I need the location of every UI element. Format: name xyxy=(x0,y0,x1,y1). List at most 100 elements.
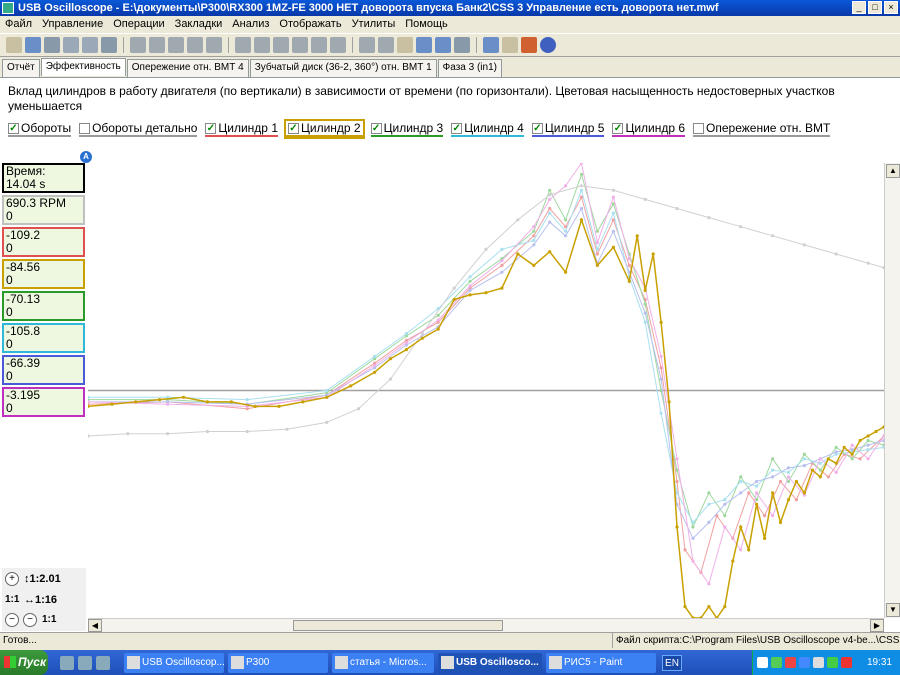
disk-icon[interactable] xyxy=(78,655,92,670)
legend-cylinder-6[interactable]: ✓ Цилиндр 6 xyxy=(612,121,686,137)
language-indicator[interactable]: EN xyxy=(662,654,682,671)
tab-phase[interactable]: Фаза 3 (in1) xyxy=(437,59,502,77)
horizontal-scrollbar[interactable]: ◀ ▶ xyxy=(88,618,884,632)
save-icon[interactable] xyxy=(25,37,41,53)
legend-cylinder-4[interactable]: ✓ Цилиндр 4 xyxy=(451,121,524,137)
measure-icon[interactable] xyxy=(168,37,184,53)
tab-advance[interactable]: Опережение отн. ВМТ 4 xyxy=(126,59,249,77)
desktop-icon[interactable] xyxy=(60,655,74,670)
checkbox-icon[interactable]: ✓ xyxy=(8,122,19,134)
data-point xyxy=(786,470,791,474)
cursor-icon[interactable] xyxy=(130,37,146,53)
scroll-left-icon[interactable]: ◀ xyxy=(88,619,102,632)
legend-cylinder-1[interactable]: ✓ Цилиндр 1 xyxy=(205,121,278,137)
checkbox-icon[interactable]: ✓ xyxy=(288,122,299,134)
legend-rpm-detailed[interactable]: Обороты детально xyxy=(79,121,198,137)
grid-icon[interactable] xyxy=(359,37,375,53)
marker-a-icon[interactable]: A xyxy=(80,151,92,163)
tool-icon[interactable] xyxy=(101,37,117,53)
marker-icon[interactable] xyxy=(149,37,165,53)
wave-icon[interactable] xyxy=(187,37,203,53)
legend-advance[interactable]: Опережение отн. ВМТ xyxy=(693,121,831,137)
zoom-out-icon[interactable]: − xyxy=(5,613,19,627)
checkbox-icon[interactable]: ✓ xyxy=(370,122,382,134)
toolbar xyxy=(0,33,900,57)
scroll-thumb[interactable] xyxy=(293,620,503,631)
data-point xyxy=(850,443,854,447)
data-point xyxy=(850,457,854,461)
menu-utilities[interactable]: Утилиты xyxy=(352,16,396,32)
checkbox-icon[interactable] xyxy=(79,122,91,134)
vertical-scrollbar[interactable]: ▲ ▼ xyxy=(884,163,900,618)
start-button[interactable]: Пуск xyxy=(0,650,48,675)
one-to-one-h-button[interactable]: 1:1 xyxy=(42,614,56,625)
tray-app-icon[interactable] xyxy=(827,657,838,668)
task-paint[interactable]: РИС5 - Paint xyxy=(546,652,656,673)
task-usb-oscilloscope-1[interactable]: USB Oscilloscop... xyxy=(124,652,224,673)
scroll-up-icon[interactable]: ▲ xyxy=(886,164,900,178)
tray-expand-icon[interactable] xyxy=(757,657,768,668)
check-icon[interactable] xyxy=(273,37,289,53)
chart-icon[interactable] xyxy=(483,37,499,53)
check-all-icon[interactable] xyxy=(292,37,308,53)
notes-icon[interactable] xyxy=(502,37,518,53)
filter-icon[interactable] xyxy=(254,37,270,53)
zoom-out-h-icon[interactable]: − xyxy=(23,613,37,627)
tab-gear-disc[interactable]: Зубчатый диск (36-2, 360°) отн. ВМТ 1 xyxy=(249,59,437,77)
print-icon[interactable] xyxy=(44,37,60,53)
tray-network-icon[interactable] xyxy=(771,657,782,668)
delete-icon[interactable] xyxy=(521,37,537,53)
tray-volume-icon[interactable] xyxy=(813,657,824,668)
checkbox-icon[interactable] xyxy=(693,122,705,134)
menu-view[interactable]: Отображать xyxy=(279,16,341,32)
checkbox-icon[interactable]: ✓ xyxy=(451,122,463,134)
menu-analysis[interactable]: Анализ xyxy=(232,16,269,32)
checkbox-icon[interactable]: ✓ xyxy=(205,122,217,134)
cylinder-contribution-chart[interactable] xyxy=(88,163,884,618)
title-bar[interactable]: USB Oscilloscope - E:\документы\P300\RX3… xyxy=(0,0,900,16)
maximize-button[interactable]: □ xyxy=(868,1,882,14)
document-icon[interactable] xyxy=(330,37,346,53)
one-to-one-button[interactable]: 1:1 xyxy=(5,594,19,605)
copy-icon[interactable] xyxy=(63,37,79,53)
minimize-button[interactable]: _ xyxy=(852,1,866,14)
menu-bookmarks[interactable]: Закладки xyxy=(175,16,223,32)
menu-operations[interactable]: Операции xyxy=(113,16,164,32)
tab-efficiency[interactable]: Эффективность xyxy=(40,58,126,76)
task-p300[interactable]: P300 xyxy=(228,652,328,673)
scroll-down-icon[interactable]: ▼ xyxy=(886,603,900,617)
data-point xyxy=(834,445,838,449)
data-point xyxy=(404,341,408,345)
menu-help[interactable]: Помощь xyxy=(405,16,448,32)
paste-icon[interactable] xyxy=(82,37,98,53)
checkbox-icon[interactable]: ✓ xyxy=(612,122,624,134)
data-point xyxy=(818,475,822,479)
zoom-in-icon[interactable]: + xyxy=(5,572,19,586)
menu-control[interactable]: Управление xyxy=(42,16,103,32)
tray-bluetooth-icon[interactable] xyxy=(799,657,810,668)
channels-icon[interactable] xyxy=(435,37,451,53)
scroll-right-icon[interactable]: ▶ xyxy=(870,619,884,632)
folder-icon[interactable] xyxy=(397,37,413,53)
display-icon[interactable] xyxy=(454,37,470,53)
legend-cylinder-5[interactable]: ✓ Цилиндр 5 xyxy=(531,121,605,137)
legend-cylinder-3[interactable]: ✓ Цилиндр 3 xyxy=(370,121,444,137)
tab-report[interactable]: Отчёт xyxy=(2,59,40,77)
close-button[interactable]: × xyxy=(884,1,898,14)
legend-rpm[interactable]: ✓ Обороты xyxy=(8,121,72,137)
task-word-article[interactable]: статья - Micros... xyxy=(332,652,434,673)
tray-alert-icon[interactable] xyxy=(841,657,852,668)
comment-icon[interactable] xyxy=(235,37,251,53)
check-down-icon[interactable] xyxy=(311,37,327,53)
tray-antivirus-icon[interactable] xyxy=(785,657,796,668)
help-icon[interactable] xyxy=(540,37,556,53)
browser-icon[interactable] xyxy=(96,655,110,670)
task-usb-oscilloscope-2[interactable]: USB Oscillosco... xyxy=(438,652,542,673)
menu-file[interactable]: Файл xyxy=(5,16,32,32)
legend-cylinder-2[interactable]: ✓ Цилиндр 2 xyxy=(284,119,365,139)
zoom-icon[interactable] xyxy=(378,37,394,53)
checkbox-icon[interactable]: ✓ xyxy=(531,122,543,134)
undo-icon[interactable] xyxy=(206,37,222,53)
settings-icon[interactable] xyxy=(416,37,432,53)
open-icon[interactable] xyxy=(6,37,22,53)
